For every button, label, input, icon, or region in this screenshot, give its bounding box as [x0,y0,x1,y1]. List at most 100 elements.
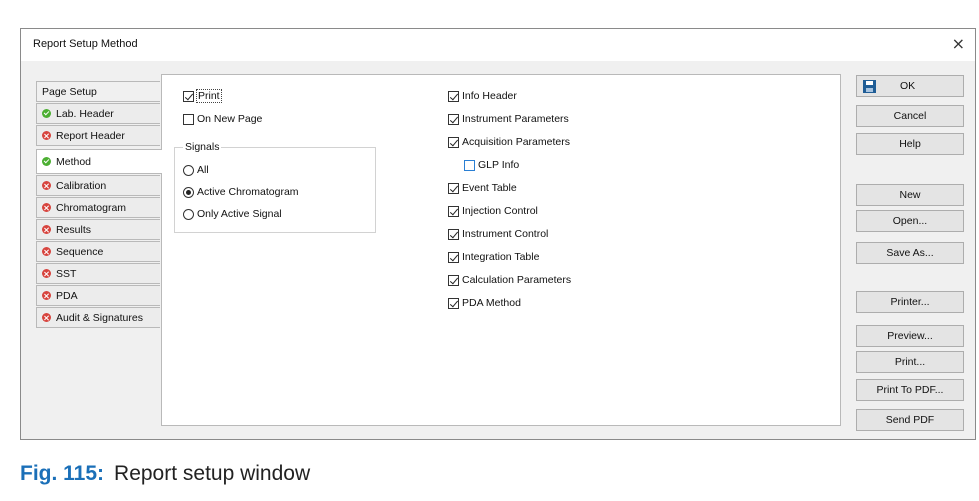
radio-dot [183,164,194,176]
checkbox-box [448,136,459,148]
instrument-control-checkbox[interactable]: Instrument Control [448,228,548,240]
pda-method-checkbox[interactable]: PDA Method [448,297,521,309]
checkbox-label: GLP Info [478,159,520,171]
tab-page-setup[interactable]: Page Setup [36,81,160,102]
radio-active-chromatogram[interactable]: Active Chromatogram [183,186,299,198]
error-circle-icon [42,247,51,256]
calculation-parameters-checkbox[interactable]: Calculation Parameters [448,274,571,286]
checkbox-label: Instrument Control [462,228,549,240]
save-as-button[interactable]: Save As... [856,242,964,264]
figure-caption: Fig. 115: Report setup window [20,462,310,486]
checkbox-box [448,90,459,102]
checkbox-box [448,205,459,217]
figure-number: Fig. 115: [20,462,105,485]
check-circle-icon [42,109,51,118]
tab-report-header[interactable]: Report Header [36,125,160,146]
signals-group-label: Signals [183,141,222,153]
tab-results[interactable]: Results [36,219,160,240]
error-circle-icon [42,203,51,212]
checkbox-box [448,113,459,125]
error-circle-icon [42,181,51,190]
tab-sst[interactable]: SST [36,263,160,284]
tab-label: Report Header [56,129,125,142]
checkbox-label: Instrument Parameters [462,113,569,125]
checkbox-box [448,274,459,286]
tab-label: Chromatogram [56,201,127,214]
check-circle-icon [42,157,51,166]
method-tab-panel: Print On New Page Signals All Active Chr… [161,74,841,426]
close-icon[interactable]: × [952,34,965,53]
print-to-pdf-button[interactable]: Print To PDF... [856,379,964,401]
open-button[interactable]: Open... [856,210,964,232]
tab-label: Calibration [56,179,107,192]
tab-lab-header[interactable]: Lab. Header [36,103,160,124]
event-table-checkbox[interactable]: Event Table [448,182,517,194]
checkbox-label: Event Table [462,182,517,194]
preview-button[interactable]: Preview... [856,325,964,347]
tab-audit-signatures[interactable]: Audit & Signatures [36,307,160,328]
radio-all[interactable]: All [183,164,209,176]
tab-pda[interactable]: PDA [36,285,160,306]
injection-control-checkbox[interactable]: Injection Control [448,205,538,217]
radio-label: All [197,164,209,176]
window-title: Report Setup Method [33,38,138,50]
checkbox-label: On New Page [197,113,263,125]
checkbox-box [183,113,194,125]
radio-label: Only Active Signal [197,208,282,220]
checkbox-box [448,182,459,194]
help-button[interactable]: Help [856,133,964,155]
checkbox-label: Info Header [462,90,517,102]
info-header-checkbox[interactable]: Info Header [448,90,517,102]
error-circle-icon [42,131,51,140]
error-circle-icon [42,291,51,300]
integration-table-checkbox[interactable]: Integration Table [448,251,539,263]
tab-label: Results [56,223,92,236]
ok-button-label: OK [900,80,916,92]
acquisition-parameters-checkbox[interactable]: Acquisition Parameters [448,136,570,148]
print-button[interactable]: Print... [856,351,964,373]
radio-dot [183,186,194,198]
radio-only-active-signal[interactable]: Only Active Signal [183,208,282,220]
cancel-button[interactable]: Cancel [856,105,964,127]
checkbox-label: Print [196,89,222,103]
checkbox-box [448,297,459,309]
error-circle-icon [42,225,51,234]
figure-caption-text: Report setup window [114,462,311,485]
checkbox-label: Acquisition Parameters [462,136,570,148]
checkbox-box [448,251,459,263]
tab-label: Sequence [56,245,104,258]
tab-chromatogram[interactable]: Chromatogram [36,197,160,218]
checkbox-label: PDA Method [462,297,521,309]
tab-label: PDA [56,289,78,302]
title-bar: Report Setup Method × [21,29,975,61]
tab-label: SST [56,267,77,280]
glp-info-checkbox[interactable]: GLP Info [464,159,519,171]
new-button[interactable]: New [856,184,964,206]
on-new-page-checkbox[interactable]: On New Page [183,113,262,125]
send-pdf-button[interactable]: Send PDF [856,409,964,431]
checkbox-box [183,90,194,102]
checkbox-label: Calculation Parameters [462,274,572,286]
checkbox-box [464,159,475,171]
signals-group: Signals All Active Chromatogram Only Act… [174,141,376,233]
ok-button[interactable]: OK [856,75,964,97]
error-circle-icon [42,313,51,322]
radio-label: Active Chromatogram [197,186,299,198]
tab-label: Audit & Signatures [56,311,143,324]
tab-calibration[interactable]: Calibration [36,175,160,196]
checkbox-label: Integration Table [462,251,540,263]
tab-label: Page Setup [42,85,97,98]
error-circle-icon [42,269,51,278]
save-icon [863,79,876,93]
report-setup-dialog: Report Setup Method × Page Setup Lab. He… [20,28,976,440]
print-checkbox[interactable]: Print [183,89,222,103]
checkbox-label: Injection Control [462,205,538,217]
instrument-parameters-checkbox[interactable]: Instrument Parameters [448,113,569,125]
tab-method[interactable]: Method [36,149,162,174]
printer-button[interactable]: Printer... [856,291,964,313]
tab-label: Lab. Header [56,107,114,120]
tab-label: Method [56,155,92,168]
radio-dot [183,208,194,220]
tab-sequence[interactable]: Sequence [36,241,160,262]
checkbox-box [448,228,459,240]
